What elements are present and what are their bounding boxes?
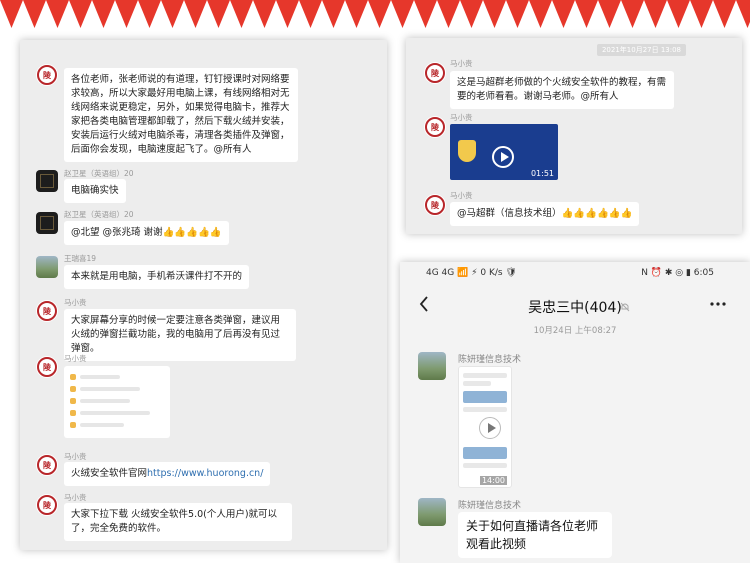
- bunting-flag: [161, 0, 184, 28]
- dark-avatar[interactable]: [36, 212, 58, 234]
- bunting-flag: [368, 0, 391, 28]
- seal-avatar-icon[interactable]: 陵: [36, 494, 58, 516]
- bunting-flag: [69, 0, 92, 28]
- sender-name: 陈妍瑾信息技术: [458, 501, 522, 511]
- sender-name: 马小贵: [450, 191, 473, 200]
- bunting-flag: [276, 0, 299, 28]
- bunting-flag: [506, 0, 529, 28]
- seal-avatar-icon[interactable]: 陵: [36, 64, 58, 86]
- bunting-flag: [345, 0, 368, 28]
- video-duration: 01:51: [530, 169, 554, 178]
- bunting-flag: [690, 0, 713, 28]
- sender-name: 陈妍瑾信息技术: [458, 355, 522, 365]
- bunting-flag: [621, 0, 644, 28]
- message-bubble[interactable]: 这是马超群老师做的个火绒安全软件的教程，有需要的老师看看。谢谢马老师。@所有人: [450, 71, 674, 109]
- photo-avatar[interactable]: [418, 498, 446, 526]
- bunting-flag: [184, 0, 207, 28]
- dark-avatar[interactable]: [36, 170, 58, 192]
- bunting-flag: [322, 0, 345, 28]
- sender-name: 马小贵: [64, 354, 87, 363]
- status-right-icons: N ⏰ ✱ ◎ ▮ 6:05: [641, 268, 714, 278]
- bunting-flag: [598, 0, 621, 28]
- video-thumbnail[interactable]: 14:00: [458, 366, 512, 488]
- bunting-flag: [437, 0, 460, 28]
- seal-icon: 陵: [37, 455, 57, 475]
- bunting-flag: [575, 0, 598, 28]
- photo-avatar[interactable]: [36, 256, 58, 278]
- phone-chat-screenshot: 4G 4G 📶 ⚡ 0 K/s 🛡 N ⏰ ✱ ◎ ▮ 6:05 吴忠三中(40…: [400, 262, 750, 563]
- message-bubble[interactable]: 本来就是用电脑，手机希沃课件打不开的: [64, 265, 250, 289]
- message-bubble[interactable]: 大家下拉下载 火绒安全软件5.0(个人用户)就可以了，完全免费的软件。: [64, 503, 292, 541]
- message-bubble[interactable]: 各位老师，张老师说的有道理，钉钉授课时对网络要求较高，所以大家最好用电脑上课，有…: [64, 68, 298, 162]
- sender-name: 马小贵: [450, 113, 473, 122]
- seal-icon: 陵: [37, 357, 57, 377]
- play-icon[interactable]: [479, 417, 501, 439]
- bunting-flag: [138, 0, 161, 28]
- seal-icon: 陵: [425, 117, 445, 137]
- bunting-flag: [299, 0, 322, 28]
- bunting-flag: [483, 0, 506, 28]
- photo-avatar[interactable]: [418, 352, 446, 380]
- bunting-flag: [414, 0, 437, 28]
- message-bubble[interactable]: 电脑确实快: [64, 179, 126, 203]
- chat-title: 吴忠三中(404): [528, 300, 622, 316]
- seal-avatar-icon[interactable]: 陵: [36, 356, 58, 378]
- seal-icon: 陵: [425, 63, 445, 83]
- status-left-icons: 4G 4G 📶 ⚡ 0 K/s 🛡: [426, 268, 517, 278]
- bunting-flag: [391, 0, 414, 28]
- bunting-flag: [230, 0, 253, 28]
- video-duration: 14:00: [479, 476, 507, 485]
- message-bubble[interactable]: @马超群（信息技术组）👍👍👍👍👍👍: [450, 202, 640, 226]
- bunting-flag: [460, 0, 483, 28]
- bunting-flag: [92, 0, 115, 28]
- decorative-banner: [0, 0, 750, 34]
- seal-avatar-icon[interactable]: 陵: [424, 116, 446, 138]
- seal-icon: 陵: [425, 195, 445, 215]
- seal-avatar-icon[interactable]: 陵: [424, 194, 446, 216]
- bunting-flag: [0, 0, 23, 28]
- play-icon[interactable]: [492, 146, 514, 168]
- seal-avatar-icon[interactable]: 陵: [424, 62, 446, 84]
- status-bar: 4G 4G 📶 ⚡ 0 K/s 🛡 N ⏰ ✱ ◎ ▮ 6:05: [400, 262, 750, 284]
- date-separator: 10月24日 上午08:27: [533, 326, 617, 336]
- seal-icon: 陵: [37, 301, 57, 321]
- bunting-flag: [529, 0, 552, 28]
- sender-name: 马小贵: [64, 452, 87, 461]
- seal-avatar-icon[interactable]: 陵: [36, 454, 58, 476]
- sender-name: 赵卫星（英语组）20: [64, 169, 134, 178]
- bunting-flag: [46, 0, 69, 28]
- message-bubble[interactable]: 火绒安全软件官网https://www.huorong.cn/: [64, 462, 271, 486]
- message-text: 火绒安全软件官网: [71, 468, 148, 479]
- bunting-icon: [0, 0, 750, 28]
- shield-icon: [458, 140, 476, 162]
- message-bubble[interactable]: 关于如何直播请各位老师观看此视频: [458, 512, 612, 558]
- sender-name: 马小贵: [64, 298, 87, 307]
- seal-avatar-icon[interactable]: 陵: [36, 300, 58, 322]
- sender-name: 马小贵: [64, 493, 87, 502]
- website-link[interactable]: https://www.huorong.cn/: [147, 468, 263, 479]
- message-bubble[interactable]: 大家屏幕分享的时候一定要注意各类弹窗，建议用火绒的弹窗拦截功能，我的电脑用了后再…: [64, 309, 296, 361]
- left-chat-screenshot: 陵 各位老师，张老师说的有道理，钉钉授课时对网络要求较高，所以大家最好用电脑上课…: [20, 40, 387, 550]
- bunting-flag: [736, 0, 750, 28]
- bunting-flag: [552, 0, 575, 28]
- bunting-flag: [713, 0, 736, 28]
- image-thumbnail[interactable]: [64, 366, 170, 438]
- timestamp: 2021年10月27日 13:08: [596, 44, 686, 56]
- top-right-chat-screenshot: 2021年10月27日 13:08 马小贵 陵 这是马超群老师做的个火绒安全软件…: [406, 38, 742, 234]
- seal-icon: 陵: [37, 495, 57, 515]
- mute-bell-icon: [620, 302, 630, 312]
- bunting-flag: [667, 0, 690, 28]
- sender-name: 王瑞喜19: [64, 254, 97, 263]
- bunting-flag: [115, 0, 138, 28]
- sender-name: 马小贵: [450, 59, 473, 68]
- video-thumbnail[interactable]: 01:51: [450, 124, 558, 180]
- sender-name: 赵卫星（英语组）20: [64, 210, 134, 219]
- bunting-flag: [207, 0, 230, 28]
- more-options-icon[interactable]: [710, 302, 726, 306]
- bunting-flag: [23, 0, 46, 28]
- message-bubble[interactable]: @北望 @张兆琦 谢谢👍👍👍👍👍: [64, 221, 229, 245]
- bunting-flag: [644, 0, 667, 28]
- seal-icon: 陵: [37, 65, 57, 85]
- bunting-flag: [253, 0, 276, 28]
